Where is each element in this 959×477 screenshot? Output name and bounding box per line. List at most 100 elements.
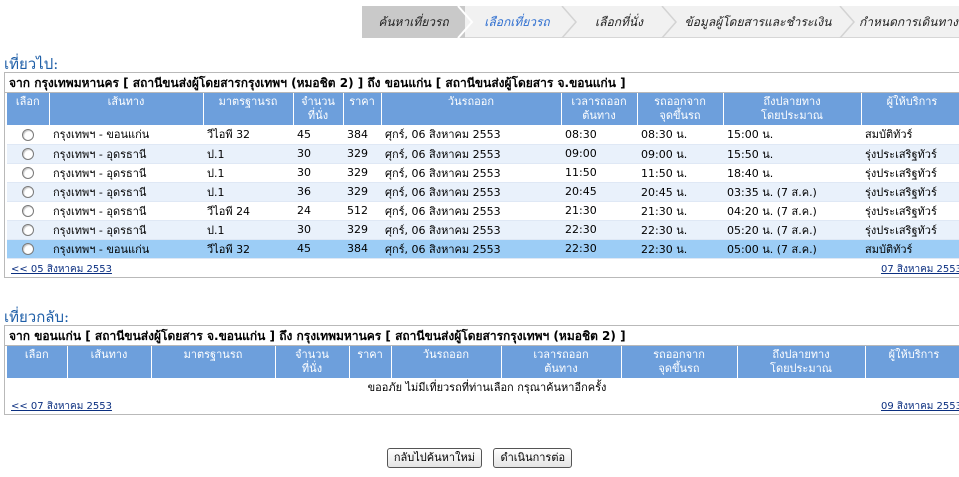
return-col-header: รถออกจาก จุดขึ้นรถ xyxy=(621,346,738,378)
trip-radio-button[interactable] xyxy=(22,243,34,255)
trip-radio-button[interactable] xyxy=(22,148,34,160)
trip-cell: กรุงเทพฯ - อุดรธานี xyxy=(49,201,203,221)
return-col-header: ถึงปลายทาง โดยประมาณ xyxy=(737,346,866,378)
trip-cell: 21:30 xyxy=(561,201,637,221)
trip-cell: 15:00 น. xyxy=(723,125,861,145)
trip-cell: กรุงเทพฯ - อุดรธานี xyxy=(49,182,203,202)
trip-select-cell xyxy=(7,144,49,164)
trip-cell: 36 xyxy=(293,182,343,202)
trip-cell: 45 xyxy=(293,125,343,145)
trip-cell: รุ่งประเสริฐทัวร์ xyxy=(861,220,959,240)
trip-cell: 15:50 น. xyxy=(723,144,861,164)
trip-cell: รุ่งประเสริฐทัวร์ xyxy=(861,144,959,164)
return-header-row: เลือก เส้นทาง มาตรฐานรถ จำนวน ที่นั่ง ราคา วั… xyxy=(7,346,959,378)
trip-cell: 329 xyxy=(343,163,381,183)
trip-select-cell xyxy=(7,201,49,221)
trip-radio-button[interactable] xyxy=(22,167,34,179)
trip-cell: กรุงเทพฯ - อุดรธานี xyxy=(49,163,203,183)
trip-row[interactable]: กรุงเทพฯ - อุดรธานี ป.1 36 329 ศุกร์, 06 สิง… xyxy=(7,182,959,202)
trip-row[interactable]: กรุงเทพฯ - อุดรธานี วีไอพี 24 24 512 ศุกร์, … xyxy=(7,201,959,221)
outbound-header-row: เลือก เส้นทาง มาตรฐานรถ จำนวน ที่นั่ง ราคา วั… xyxy=(7,93,959,125)
trip-cell: สมบัติทัวร์ xyxy=(861,125,959,145)
return-col-header: ผู้ให้บริการ xyxy=(865,346,959,378)
return-prev-day-link[interactable]: << 07 สิงหาคม 2553 xyxy=(11,399,112,414)
trip-cell: 30 xyxy=(293,163,343,183)
trip-cell: 04:20 น. (7 ส.ค.) xyxy=(723,201,861,221)
step-select-trip[interactable]: เลือกเที่ยวรถ xyxy=(465,6,569,38)
trip-cell: 08:30 น. xyxy=(637,125,723,145)
outbound-col-header: มาตรฐานรถ xyxy=(203,93,294,125)
trip-cell: ศุกร์, 06 สิงหาคม 2553 xyxy=(381,201,561,221)
trip-cell: 24 xyxy=(293,201,343,221)
outbound-col-header: เวลารถออก ต้นทาง xyxy=(561,93,638,125)
action-buttons: กลับไปค้นหาใหม่ ดำเนินการต่อ xyxy=(0,448,959,468)
trip-row[interactable]: กรุงเทพฯ - ขอนแก่น วีไอพี 32 45 384 ศุกร์, 0… xyxy=(7,239,959,259)
trip-cell: วีไอพี 32 xyxy=(203,125,293,145)
step-passenger-payment[interactable]: ข้อมูลผู้โดยสารและชำระเงิน xyxy=(669,6,847,38)
trip-cell: กรุงเทพฯ - ขอนแก่น xyxy=(49,239,203,259)
return-col-header: เลือก xyxy=(7,346,68,378)
outbound-col-header: จำนวน ที่นั่ง xyxy=(293,93,344,125)
return-col-header: เส้นทาง xyxy=(67,346,152,378)
trip-radio-button[interactable] xyxy=(22,186,34,198)
trip-row[interactable]: กรุงเทพฯ - อุดรธานี ป.1 30 329 ศุกร์, 06 สิง… xyxy=(7,144,959,164)
trip-row[interactable]: กรุงเทพฯ - ขอนแก่น วีไอพี 32 45 384 ศุกร์, 0… xyxy=(7,125,959,145)
trip-cell: 05:20 น. (7 ส.ค.) xyxy=(723,220,861,240)
trip-cell: ป.1 xyxy=(203,144,293,164)
trip-cell: 384 xyxy=(343,239,381,259)
outbound-col-header: ราคา xyxy=(343,93,382,125)
trip-cell: ป.1 xyxy=(203,163,293,183)
trip-cell: 05:00 น. (7 ส.ค.) xyxy=(723,239,861,259)
booking-steps: ค้นหาเที่ยวรถ เลือกเที่ยวรถ เลือกที่นั่ง… xyxy=(362,6,959,38)
trip-cell: ศุกร์, 06 สิงหาคม 2553 xyxy=(381,125,561,145)
outbound-col-header: วันรถออก xyxy=(381,93,562,125)
trip-radio-button[interactable] xyxy=(22,128,34,141)
trip-cell: ศุกร์, 06 สิงหาคม 2553 xyxy=(381,144,561,164)
trip-cell: 11:50 xyxy=(561,163,637,183)
trip-cell: ศุกร์, 06 สิงหาคม 2553 xyxy=(381,182,561,202)
trip-cell: 512 xyxy=(343,201,381,221)
trip-cell: 30 xyxy=(293,220,343,240)
trip-cell: กรุงเทพฯ - อุดรธานี xyxy=(49,144,203,164)
outbound-route: จาก กรุงเทพมหานคร [ สถานีขนส่งผู้โดยสารก… xyxy=(5,73,959,93)
trip-row[interactable]: กรุงเทพฯ - อุดรธานี ป.1 30 329 ศุกร์, 06 สิง… xyxy=(7,220,959,240)
trip-cell: 30 xyxy=(293,144,343,164)
step-itinerary[interactable]: กำหนดการเดินทาง xyxy=(847,6,959,38)
trip-cell: ป.1 xyxy=(203,220,293,240)
trip-cell: 03:35 น. (7 ส.ค.) xyxy=(723,182,861,202)
trip-cell: ศุกร์, 06 สิงหาคม 2553 xyxy=(381,163,561,183)
return-date-nav: << 07 สิงหาคม 2553 09 สิงหาคม 2553 xyxy=(5,396,959,414)
outbound-table: เลือก เส้นทาง มาตรฐานรถ จำนวน ที่นั่ง ราคา วั… xyxy=(7,93,959,259)
outbound-date-nav: << 05 สิงหาคม 2553 07 สิงหาคม 2553 xyxy=(5,259,959,277)
trip-cell: 20:45 น. xyxy=(637,182,723,202)
return-col-header: มาตรฐานรถ xyxy=(151,346,276,378)
return-col-header: เวลารถออก ต้นทาง xyxy=(501,346,622,378)
outbound-prev-day-link[interactable]: << 05 สิงหาคม 2553 xyxy=(11,262,112,277)
trip-cell: วีไอพี 24 xyxy=(203,201,293,221)
trip-radio-button[interactable] xyxy=(22,224,34,236)
step-search[interactable]: ค้นหาเที่ยวรถ xyxy=(362,6,465,38)
back-to-search-button[interactable]: กลับไปค้นหาใหม่ xyxy=(386,448,482,468)
trip-cell: สมบัติทัวร์ xyxy=(861,239,959,259)
outbound-col-header: ผู้ให้บริการ xyxy=(861,93,959,125)
trip-cell: วีไอพี 32 xyxy=(203,239,293,259)
continue-button[interactable]: ดำเนินการต่อ xyxy=(493,448,573,468)
step-select-seat[interactable]: เลือกที่นั่ง xyxy=(569,6,669,38)
trip-cell: 21:30 น. xyxy=(637,201,723,221)
trip-row[interactable]: กรุงเทพฯ - อุดรธานี ป.1 30 329 ศุกร์, 06 สิง… xyxy=(7,163,959,183)
return-col-header: จำนวน ที่นั่ง xyxy=(275,346,350,378)
return-next-day-link[interactable]: 09 สิงหาคม 2553 xyxy=(881,399,959,414)
return-panel: จาก ขอนแก่น [ สถานีขนส่งผู้โดยสาร จ.ขอนแ… xyxy=(4,325,959,415)
trip-cell: ศุกร์, 06 สิงหาคม 2553 xyxy=(381,239,561,259)
trip-radio-button[interactable] xyxy=(22,205,34,217)
trip-cell: 09:00 xyxy=(561,144,637,164)
trip-cell: 09:00 น. xyxy=(637,144,723,164)
trip-select-cell xyxy=(7,163,49,183)
trip-cell: 22:30 น. xyxy=(637,220,723,240)
outbound-panel: จาก กรุงเทพมหานคร [ สถานีขนส่งผู้โดยสารก… xyxy=(4,72,959,278)
trip-cell: 11:50 น. xyxy=(637,163,723,183)
outbound-next-day-link[interactable]: 07 สิงหาคม 2553 xyxy=(881,262,959,277)
return-col-header: ราคา xyxy=(349,346,392,378)
no-trips-message: ขออภัย ไม่มีเที่ยวรถที่ท่านเลือก กรุณาค้… xyxy=(367,381,607,394)
outbound-col-header: รถออกจาก จุดขึ้นรถ xyxy=(637,93,724,125)
